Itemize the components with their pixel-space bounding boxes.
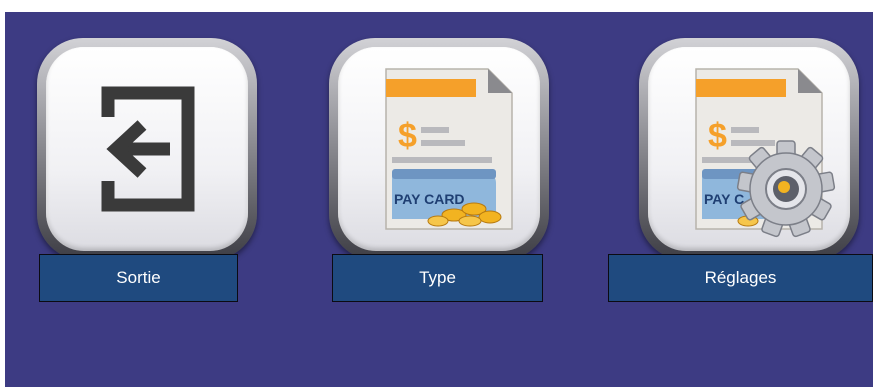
exit-icon bbox=[101, 86, 195, 212]
exit-label: Sortie bbox=[116, 268, 161, 287]
settings-label: Réglages bbox=[704, 268, 777, 287]
type-label: Type bbox=[419, 268, 456, 287]
type-label-button[interactable]: Type bbox=[332, 254, 543, 302]
type-tile-face: $ PAY CARD bbox=[338, 47, 540, 251]
pay-card-text: PAY C bbox=[704, 191, 744, 207]
exit-tile-button[interactable] bbox=[37, 38, 257, 260]
svg-text:$: $ bbox=[708, 117, 727, 155]
settings-tile-button[interactable]: $ PAY C bbox=[639, 38, 859, 260]
exit-tile-face bbox=[46, 47, 248, 251]
type-tile-button[interactable]: $ PAY CARD bbox=[329, 38, 549, 260]
pay-card-document-icon: $ PAY CARD bbox=[385, 68, 513, 230]
svg-text:$: $ bbox=[398, 117, 417, 155]
pay-card-settings-icon: $ PAY C bbox=[695, 68, 836, 238]
exit-label-button[interactable]: Sortie bbox=[39, 254, 238, 302]
settings-tile-face: $ PAY C bbox=[648, 47, 850, 251]
main-screen: Sortie $ PAY CARD Type $ PAY C Réglages bbox=[5, 12, 873, 387]
pay-card-text: PAY CARD bbox=[394, 191, 465, 207]
settings-label-button[interactable]: Réglages bbox=[608, 254, 873, 302]
